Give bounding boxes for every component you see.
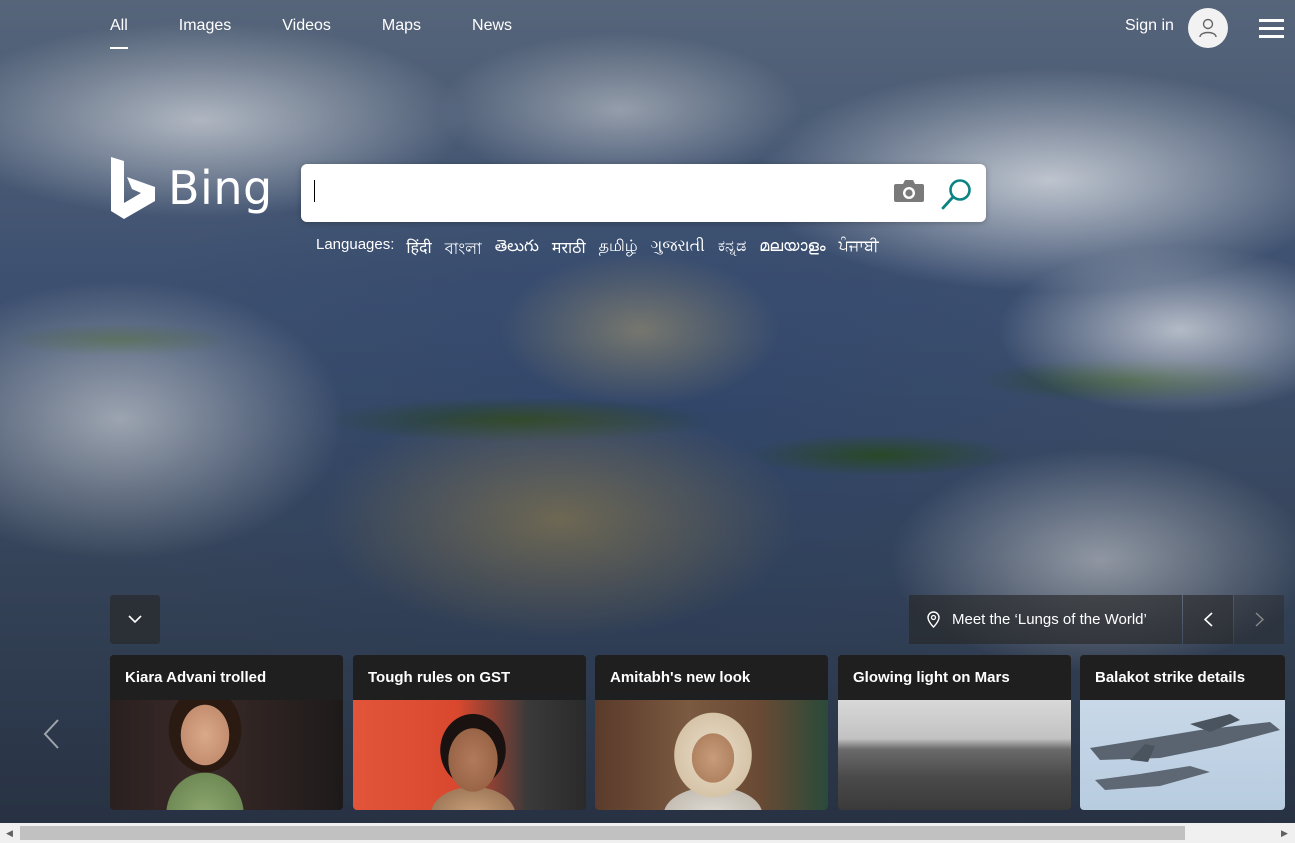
news-card-title: Amitabh's new look	[595, 655, 828, 700]
news-card-image	[838, 700, 1071, 810]
next-image-button[interactable]	[1234, 595, 1284, 644]
search-box[interactable]	[301, 164, 986, 222]
news-card-image	[353, 700, 586, 810]
collapse-button[interactable]	[110, 595, 160, 644]
tab-videos[interactable]: Videos	[282, 17, 331, 43]
chevron-down-icon	[128, 615, 142, 624]
language-link[interactable]: తెలుగు	[495, 236, 539, 263]
sign-in-link[interactable]: Sign in	[1125, 17, 1174, 35]
camera-icon[interactable]	[893, 178, 925, 209]
previous-image-button[interactable]	[1183, 595, 1233, 644]
chevron-left-icon	[43, 719, 59, 749]
language-link[interactable]: বাংলা	[445, 236, 482, 263]
horizontal-scrollbar[interactable]: ◀ ▶	[0, 823, 1295, 843]
news-card[interactable]: Tough rules on GST	[353, 655, 586, 810]
languages-label: Languages:	[316, 236, 395, 253]
news-card-image	[1080, 700, 1285, 810]
user-icon[interactable]	[1188, 8, 1228, 48]
news-card-image	[595, 700, 828, 810]
news-card[interactable]: Glowing light on Mars	[838, 655, 1071, 810]
news-carousel: Kiara Advani trolled Tough rules on GST …	[110, 655, 1285, 810]
language-link[interactable]: தமிழ்	[599, 236, 638, 263]
image-story-link[interactable]: Meet the ‘Lungs of the World’	[909, 595, 1182, 644]
news-card-title: Balakot strike details	[1080, 655, 1285, 700]
scrollbar-thumb[interactable]	[20, 826, 1185, 840]
news-scroll-left-button[interactable]	[40, 718, 64, 755]
news-card[interactable]: Balakot strike details	[1080, 655, 1285, 810]
bing-logo[interactable]: Bing	[110, 157, 273, 219]
tab-images[interactable]: Images	[179, 17, 231, 43]
language-link[interactable]: മലയാളം	[759, 236, 825, 263]
tab-news[interactable]: News	[472, 17, 512, 43]
news-card[interactable]: Kiara Advani trolled	[110, 655, 343, 810]
chevron-left-icon	[1203, 612, 1213, 627]
text-caret	[314, 180, 315, 202]
language-link[interactable]: मराठी	[552, 236, 586, 263]
language-link[interactable]: ગુજરાતી	[651, 236, 705, 263]
top-nav: All Images Videos Maps News	[110, 17, 563, 49]
languages-bar: Languages: हिंदी বাংলা తెలుగు मराठी தமிழ…	[316, 236, 892, 263]
language-link[interactable]: हिंदी	[406, 236, 431, 263]
scroll-left-icon[interactable]: ◀	[6, 828, 13, 839]
bing-logo-icon	[111, 157, 155, 219]
search-input[interactable]	[313, 178, 877, 210]
scroll-right-icon[interactable]: ▶	[1281, 828, 1288, 839]
chevron-right-icon	[1255, 612, 1264, 627]
news-card-title: Tough rules on GST	[353, 655, 586, 700]
tab-all[interactable]: All	[110, 17, 128, 49]
news-card[interactable]: Amitabh's new look	[595, 655, 828, 810]
tab-maps[interactable]: Maps	[382, 17, 421, 43]
language-link[interactable]: ਪੰਜਾਬੀ	[839, 236, 879, 263]
news-card-title: Glowing light on Mars	[838, 655, 1071, 700]
search-icon[interactable]	[939, 176, 975, 217]
hamburger-menu-icon[interactable]	[1259, 19, 1284, 38]
location-pin-icon	[927, 611, 940, 628]
story-text: Meet the ‘Lungs of the World’	[952, 611, 1147, 628]
news-card-image	[110, 700, 343, 810]
logo-text: Bing	[168, 161, 273, 215]
news-card-title: Kiara Advani trolled	[110, 655, 343, 700]
language-link[interactable]: ಕನ್ನಡ	[718, 236, 746, 263]
